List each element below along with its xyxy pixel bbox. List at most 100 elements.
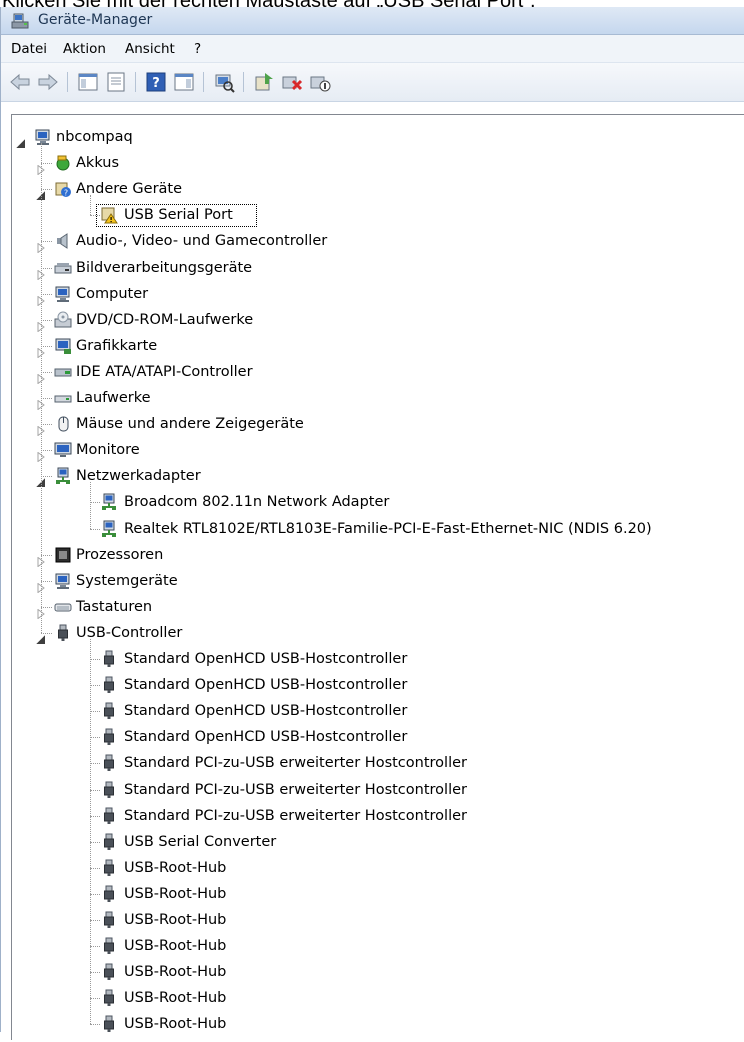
tree-connector-line xyxy=(41,189,52,191)
tree-item-netzwerkadapter[interactable]: Netzwerkadapter xyxy=(12,463,732,489)
battery-icon xyxy=(54,154,72,172)
speaker-icon xyxy=(54,232,72,250)
computer-icon xyxy=(54,572,72,590)
tree-item-bildverarbeitungsgeräte[interactable]: Bildverarbeitungsgeräte xyxy=(12,255,732,281)
tree-connector-line xyxy=(90,972,100,974)
processor-icon xyxy=(54,546,72,564)
update-driver-icon[interactable] xyxy=(253,71,275,93)
tree-connector-line xyxy=(90,502,100,504)
tree-item-tastaturen[interactable]: Tastaturen xyxy=(12,594,732,620)
tree-item-label: Grafikkarte xyxy=(76,337,158,354)
menu-aktion[interactable]: Aktion xyxy=(63,41,106,57)
tree-item-label: Bildverarbeitungsgeräte xyxy=(76,259,253,276)
tree-connector-line xyxy=(41,267,52,269)
usb-plug-icon xyxy=(100,728,118,746)
tree-item-label: Systemgeräte xyxy=(76,572,178,589)
tree-item-usb-root-hub[interactable]: USB-Root-Hub xyxy=(12,985,732,1011)
show-hide-console-tree-icon[interactable] xyxy=(77,71,99,93)
uninstall-device-icon[interactable] xyxy=(281,71,303,93)
menu-ansicht[interactable]: Ansicht xyxy=(125,41,175,57)
tree-item-systemgeräte[interactable]: Systemgeräte xyxy=(12,568,732,594)
tree-item-label: Standard OpenHCD USB-Hostcontroller xyxy=(124,729,408,746)
device-tree[interactable]: nbcompaq Akkus ? Andere Geräte USB Serial Po… xyxy=(11,114,744,1040)
tree-item-standard-pci-zu-usb-erweiterter-hostcontroller[interactable]: Standard PCI-zu-USB erweiterter Hostcont… xyxy=(12,777,732,803)
tree-item-standard-openhcd-usb-hostcontroller[interactable]: Standard OpenHCD USB-Hostcontroller xyxy=(12,724,732,750)
tree-item-andere-geräte[interactable]: ? Andere Geräte xyxy=(12,176,732,202)
tree-connector-line xyxy=(90,737,100,739)
forward-arrow-icon[interactable] xyxy=(37,71,59,93)
network-adapter-icon xyxy=(100,493,118,511)
tree-item-usb-root-hub[interactable]: USB-Root-Hub xyxy=(12,1011,732,1037)
tree-connector-line xyxy=(41,163,52,165)
usb-plug-icon xyxy=(100,911,118,929)
disable-device-icon[interactable] xyxy=(309,71,331,93)
tree-item-label: Akkus xyxy=(76,155,120,172)
tree-item-standard-openhcd-usb-hostcontroller[interactable]: Standard OpenHCD USB-Hostcontroller xyxy=(12,646,732,672)
tree-item-standard-pci-zu-usb-erweiterter-hostcontroller[interactable]: Standard PCI-zu-USB erweiterter Hostcont… xyxy=(12,803,732,829)
tree-item-standard-pci-zu-usb-erweiterter-hostcontroller[interactable]: Standard PCI-zu-USB erweiterter Hostcont… xyxy=(12,750,732,776)
tree-item-label: USB-Root-Hub xyxy=(124,1016,227,1033)
tree-item-akkus[interactable]: Akkus xyxy=(12,150,732,176)
tree-item-label: USB-Controller xyxy=(76,624,183,641)
tree-item-monitore[interactable]: Monitore xyxy=(12,437,732,463)
tree-item-prozessoren[interactable]: Prozessoren xyxy=(12,542,732,568)
tree-connector-line xyxy=(90,789,100,791)
usb-plug-icon xyxy=(100,754,118,772)
toolbar-separator xyxy=(243,72,244,92)
menu-datei[interactable]: Datei xyxy=(11,41,47,57)
tree-item-standard-openhcd-usb-hostcontroller[interactable]: Standard OpenHCD USB-Hostcontroller xyxy=(12,672,732,698)
svg-text:?: ? xyxy=(152,76,160,91)
tree-item-mäuse-und-andere-zeigegeräte[interactable]: Mäuse und andere Zeigegeräte xyxy=(12,411,732,437)
keyboard-icon xyxy=(54,598,72,616)
tree-item-laufwerke[interactable]: Laufwerke xyxy=(12,385,732,411)
tree-connector-line xyxy=(90,893,100,895)
tree-item-computer[interactable]: Computer xyxy=(12,281,732,307)
scan-hardware-icon[interactable] xyxy=(213,71,235,93)
tree-item-usb-root-hub[interactable]: USB-Root-Hub xyxy=(12,933,732,959)
computer-icon xyxy=(34,128,52,146)
tree-item-dvd-cd-rom-laufwerke[interactable]: DVD/CD-ROM-Laufwerke xyxy=(12,307,732,333)
unknown-device-icon: ? xyxy=(54,180,72,198)
action-pane-icon[interactable] xyxy=(173,71,195,93)
tree-connector-line xyxy=(41,580,52,582)
tree-item-usb-root-hub[interactable]: USB-Root-Hub xyxy=(12,907,732,933)
tree-connector-line xyxy=(90,841,100,843)
tree-connector-line xyxy=(41,371,52,373)
tree-item-ide-ata-atapi-controller[interactable]: IDE ATA/ATAPI-Controller xyxy=(12,359,732,385)
usb-plug-icon xyxy=(100,807,118,825)
properties-icon[interactable] xyxy=(105,71,127,93)
tree-item-usb-serial-port[interactable]: USB Serial Port xyxy=(12,202,732,228)
mouse-icon xyxy=(54,415,72,433)
menu-help[interactable]: ? xyxy=(194,41,201,57)
usb-plug-icon xyxy=(100,989,118,1007)
tree-root[interactable]: nbcompaq xyxy=(12,124,732,150)
tree-item-usb-root-hub[interactable]: USB-Root-Hub xyxy=(12,855,732,881)
tree-connector-line xyxy=(90,528,100,530)
tree-item-broadcom-802-11n-network-adapter[interactable]: Broadcom 802.11n Network Adapter xyxy=(12,489,732,515)
tree-connector-line xyxy=(90,685,100,687)
device-manager-window: Geräte-Manager Datei Aktion Ansicht ? ? xyxy=(0,7,744,1040)
tree-item-grafikkarte[interactable]: Grafikkarte xyxy=(12,333,732,359)
tree-item-label: Monitore xyxy=(76,442,140,459)
tree-item-standard-openhcd-usb-hostcontroller[interactable]: Standard OpenHCD USB-Hostcontroller xyxy=(12,698,732,724)
tree-item-audio-video-und-gamecontroller[interactable]: Audio-, Video- und Gamecontroller xyxy=(12,228,732,254)
tree-connector-line xyxy=(90,638,91,1025)
help-icon[interactable]: ? xyxy=(145,71,167,93)
tree-connector-line xyxy=(90,998,100,1000)
tree-item-usb-controller[interactable]: USB-Controller xyxy=(12,620,732,646)
tree-connector-line xyxy=(90,215,100,217)
tree-item-label: Standard PCI-zu-USB erweiterter Hostcont… xyxy=(124,807,467,824)
tree-item-usb-root-hub[interactable]: USB-Root-Hub xyxy=(12,959,732,985)
back-arrow-icon[interactable] xyxy=(9,71,31,93)
tree-connector-line xyxy=(90,482,91,529)
usb-plug-icon xyxy=(100,781,118,799)
collapse-arrow-icon[interactable] xyxy=(16,132,26,148)
dvd-drive-icon xyxy=(54,311,72,329)
tree-item-label: Computer xyxy=(76,285,149,302)
menu-bar: Datei Aktion Ansicht ? xyxy=(1,35,744,63)
tree-connector-line xyxy=(41,398,52,400)
tree-item-usb-root-hub[interactable]: USB-Root-Hub xyxy=(12,881,732,907)
tree-item-usb-serial-converter[interactable]: USB Serial Converter xyxy=(12,829,732,855)
tree-item-realtek-rtl8102e-rtl8103e-familie-pci-e-fast-ethernet-nic-ndis-6-20[interactable]: Realtek RTL8102E/RTL8103E-Familie-PCI-E-… xyxy=(12,516,732,542)
tree-item-label: Standard PCI-zu-USB erweiterter Hostcont… xyxy=(124,755,467,772)
